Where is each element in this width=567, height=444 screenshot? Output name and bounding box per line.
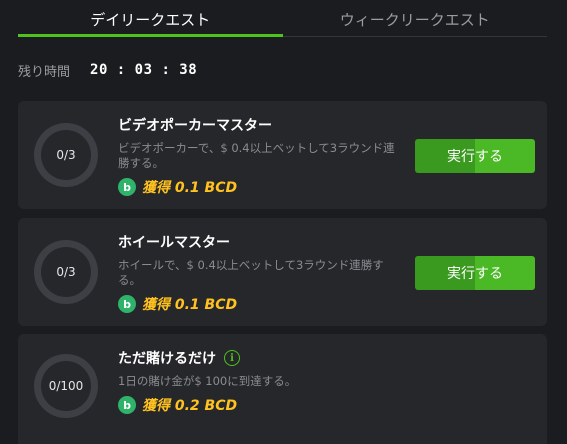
remaining-time-label: 残り時間	[18, 64, 71, 80]
quest-title: ビデオポーカーマスター	[118, 118, 272, 134]
remaining-time: 残り時間 20 : 03 : 38	[18, 60, 197, 80]
progress-ring: 0/3	[34, 240, 98, 304]
reward-text: 獲得 0.2 BCD	[142, 398, 238, 414]
tab-daily-quests[interactable]: デイリークエスト	[18, 0, 283, 37]
remaining-time-value: 20 : 03 : 38	[90, 62, 198, 78]
quest-reward: b 獲得 0.2 BCD	[118, 395, 406, 415]
quest-card-video-poker: 0/3 ビデオポーカーマスター ビデオポーカーで、$ 0.4以上ベットして3ラウ…	[18, 101, 547, 209]
quest-description: 1日の賭け金が$ 100に到達する。	[118, 374, 297, 388]
quest-description: ホイールで、$ 0.4以上ベットして3ラウンド連勝する。	[118, 258, 384, 287]
progress-text: 0/3	[56, 265, 76, 279]
info-icon[interactable]: i	[224, 350, 240, 366]
go-button[interactable]: 実行する	[415, 139, 535, 173]
go-button[interactable]: 実行する	[415, 256, 535, 290]
bc-coin-icon: b	[118, 178, 136, 196]
progress-ring: 0/100	[34, 354, 98, 418]
quest-reward: b 獲得 0.1 BCD	[118, 294, 406, 314]
quest-title: ホイールマスター	[118, 235, 230, 251]
reward-text: 獲得 0.1 BCD	[142, 297, 238, 313]
reward-text: 獲得 0.1 BCD	[142, 180, 238, 196]
quest-title: ただ賭けるだけ i	[118, 348, 406, 368]
bc-coin-icon: b	[118, 396, 136, 414]
quest-reward: b 獲得 0.1 BCD	[118, 177, 406, 197]
quest-card-wheel: 0/3 ホイールマスター ホイールで、$ 0.4以上ベットして3ラウンド連勝する…	[18, 218, 547, 326]
quest-card-just-bet: 0/100 ただ賭けるだけ i 1日の賭け金が$ 100に到達する。 b 獲得 …	[18, 334, 547, 444]
quest-tabs: デイリークエスト ウィークリークエスト	[18, 0, 547, 37]
progress-text: 0/3	[56, 148, 76, 162]
tab-weekly-quests[interactable]: ウィークリークエスト	[283, 0, 548, 36]
quests-panel: デイリークエスト ウィークリークエスト 残り時間 20 : 03 : 38 0/…	[0, 0, 567, 444]
quest-description: ビデオポーカーで、$ 0.4以上ベットして3ラウンド連勝する。	[118, 141, 395, 170]
progress-ring: 0/3	[34, 123, 98, 187]
progress-text: 0/100	[48, 379, 84, 393]
bc-coin-icon: b	[118, 295, 136, 313]
